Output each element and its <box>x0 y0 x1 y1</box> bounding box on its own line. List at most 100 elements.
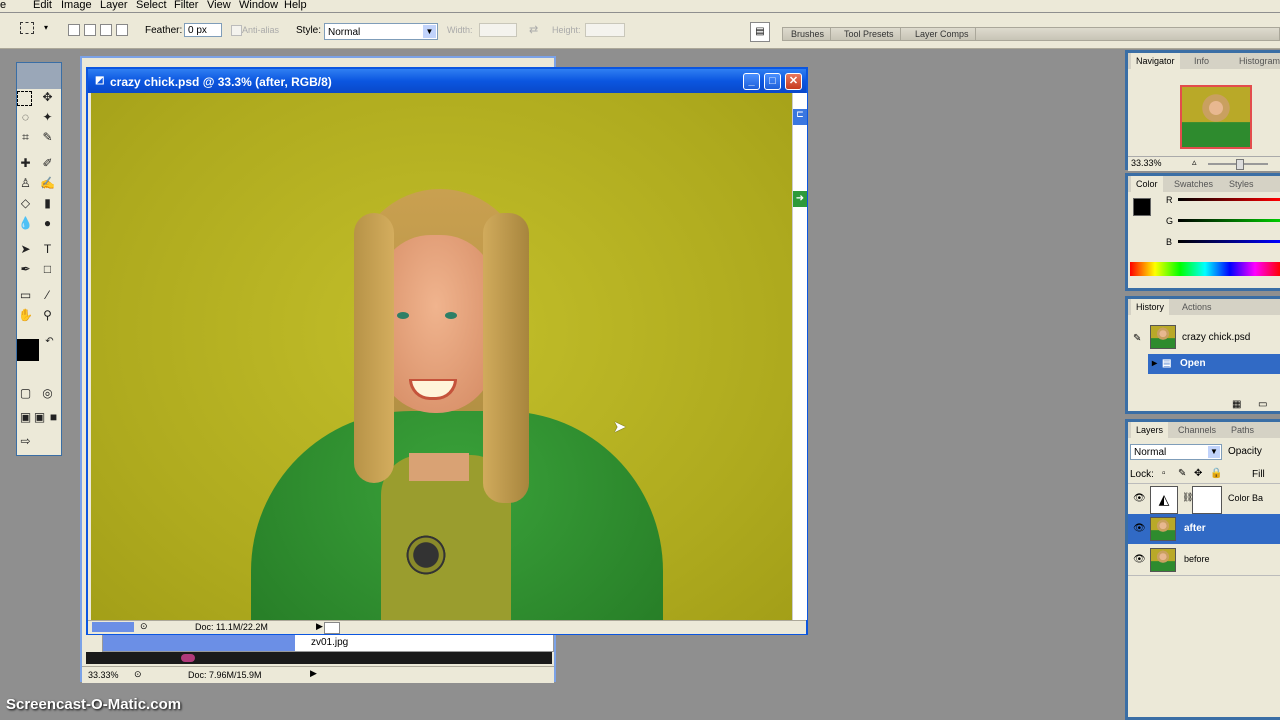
eraser-tool-icon[interactable]: ◇ <box>17 195 34 212</box>
marquee-tool-icon[interactable] <box>17 91 32 106</box>
document-title-bar[interactable]: ◩ crazy chick.psd @ 33.3% (after, RGB/8)… <box>88 69 806 93</box>
chevron-down-icon[interactable]: ▼ <box>423 25 436 38</box>
gradient-tool-icon[interactable]: ▮ <box>39 195 56 212</box>
tab-actions[interactable]: Actions <box>1182 299 1212 315</box>
imageready-jump-icon[interactable]: ➜ <box>793 191 807 207</box>
tab-info[interactable]: Info <box>1194 53 1209 69</box>
menu-help[interactable]: Help <box>284 0 307 11</box>
magic-wand-icon[interactable]: ✦ <box>39 109 56 126</box>
image-canvas[interactable]: ➤ <box>91 93 792 620</box>
subtract-selection-icon[interactable] <box>100 24 112 36</box>
history-brush-icon[interactable]: ✍ <box>39 175 56 192</box>
tab-paths[interactable]: Paths <box>1231 422 1254 438</box>
close-icon[interactable]: ✕ <box>785 73 802 90</box>
tab-history[interactable]: History <box>1131 299 1170 315</box>
menu-filter[interactable]: Filter <box>174 0 198 11</box>
chevron-down-icon[interactable]: ▾ <box>44 23 48 32</box>
swap-icon[interactable]: ⇄ <box>529 23 538 36</box>
quickmask-mode-icon[interactable]: ◎ <box>39 385 56 402</box>
status-arrow-icon[interactable]: ▶ <box>310 668 317 679</box>
new-selection-icon[interactable] <box>68 24 80 36</box>
horizontal-scroll-thumb[interactable] <box>324 622 340 634</box>
menu-layer[interactable]: Layer <box>100 0 128 11</box>
healing-brush-icon[interactable]: ✚ <box>17 155 34 172</box>
width-input[interactable] <box>479 23 517 37</box>
status-arrow-icon[interactable]: ▶ <box>316 621 323 632</box>
navigator-thumbnail[interactable] <box>1180 85 1252 149</box>
blend-mode-select[interactable]: Normal ▼ <box>1130 444 1222 460</box>
menu-edit[interactable]: Edit <box>33 0 52 11</box>
add-selection-icon[interactable] <box>84 24 96 36</box>
layer-row[interactable]: 👁 after <box>1128 514 1280 544</box>
well-layer-comps[interactable]: Layer Comps <box>909 28 976 40</box>
history-item-open[interactable]: ▸ ▤ Open <box>1148 354 1280 374</box>
zoom-field[interactable] <box>92 622 134 632</box>
new-snapshot-icon[interactable]: ▦ <box>1232 399 1241 410</box>
history-new-doc-icon[interactable]: ▭ <box>1258 399 1267 410</box>
notes-tool-icon[interactable]: ▭ <box>17 287 34 304</box>
standard-mode-icon[interactable]: ▢ <box>17 385 34 402</box>
lock-pixels-icon[interactable]: ✎ <box>1178 468 1186 479</box>
lock-position-icon[interactable]: ✥ <box>1194 468 1202 479</box>
blur-tool-icon[interactable]: 💧 <box>17 215 34 232</box>
path-select-icon[interactable]: ➤ <box>17 241 34 258</box>
marquee-tool-preset-icon[interactable] <box>20 22 34 34</box>
type-tool-icon[interactable]: T <box>39 241 56 258</box>
eye-icon[interactable]: 👁 <box>1133 523 1146 535</box>
zoom-slider-thumb[interactable] <box>1236 159 1244 170</box>
status-menu-icon[interactable]: ⊙ <box>134 669 142 680</box>
tab-navigator[interactable]: Navigator <box>1131 53 1180 69</box>
height-input[interactable] <box>585 23 625 37</box>
slice-tool-icon[interactable]: ✎ <box>39 129 56 146</box>
menu-image[interactable]: Image <box>61 0 92 11</box>
maximize-icon[interactable]: □ <box>764 73 781 90</box>
screen-mode-full-icon[interactable]: ■ <box>45 409 62 426</box>
lasso-tool-icon[interactable]: ◌ <box>17 109 34 126</box>
tab-color[interactable]: Color <box>1131 176 1163 192</box>
tab-channels[interactable]: Channels <box>1178 422 1216 438</box>
menu-window[interactable]: Window <box>239 0 278 11</box>
color-spectrum-ramp[interactable] <box>1130 262 1280 276</box>
tab-layers[interactable]: Layers <box>1131 422 1169 438</box>
navigator-zoom-value[interactable]: 33.33% <box>1131 158 1162 168</box>
menu-view[interactable]: View <box>207 0 231 11</box>
tab-swatches[interactable]: Swatches <box>1174 176 1213 192</box>
eye-icon[interactable]: 👁 <box>1133 554 1146 566</box>
history-snapshot-label[interactable]: crazy chick.psd <box>1182 332 1250 343</box>
brush-tool-icon[interactable]: ✐ <box>39 155 56 172</box>
minimize-icon[interactable]: _ <box>743 73 760 90</box>
lock-transparency-icon[interactable]: ▫ <box>1162 468 1166 479</box>
scroll-arrow-icon[interactable]: ⊏ <box>793 109 807 125</box>
move-tool-icon[interactable]: ✥ <box>39 89 56 106</box>
layer-row[interactable]: 👁 before <box>1128 545 1280 576</box>
layer-row[interactable]: 👁 ◭ ⛓ Color Ba <box>1128 483 1280 514</box>
tab-histogram[interactable]: Histogram <box>1239 53 1280 69</box>
channel-g-slider[interactable] <box>1178 219 1280 222</box>
lock-all-icon[interactable]: 🔒 <box>1210 468 1222 479</box>
file-browser-icon[interactable]: ▤ <box>750 22 770 42</box>
anti-alias-checkbox[interactable] <box>231 25 242 36</box>
well-brushes[interactable]: Brushes <box>785 28 832 40</box>
layer-name[interactable]: before <box>1184 554 1210 564</box>
layer-mask-thumbnail[interactable] <box>1192 486 1222 514</box>
hand-tool-icon[interactable]: ✋ <box>17 307 34 324</box>
back-document-tab[interactable]: zv01.jpg <box>102 634 554 652</box>
shape-tool-icon[interactable]: □ <box>39 261 56 278</box>
layer-name[interactable]: Color Ba <box>1228 493 1263 503</box>
document-window[interactable]: ◩ crazy chick.psd @ 33.3% (after, RGB/8)… <box>86 67 808 635</box>
vertical-scrollbar[interactable]: ⊏ ➜ <box>792 93 807 620</box>
tab-styles[interactable]: Styles <box>1229 176 1254 192</box>
feather-input[interactable]: 0 px <box>184 23 222 37</box>
zoom-level[interactable]: 33.33% <box>88 670 119 680</box>
foreground-color-swatch[interactable] <box>17 339 39 361</box>
clone-stamp-icon[interactable]: ♙ <box>17 175 34 192</box>
pen-tool-icon[interactable]: ✒ <box>17 261 34 278</box>
jump-to-imageready-icon[interactable]: ⇨ <box>17 433 34 450</box>
eye-icon[interactable]: 👁 <box>1133 493 1146 505</box>
zoom-out-icon[interactable]: ▵ <box>1192 157 1197 168</box>
zoom-tool-icon[interactable]: ⚲ <box>39 307 56 324</box>
eyedropper-icon[interactable]: ⁄ <box>39 287 56 304</box>
well-tool-presets[interactable]: Tool Presets <box>838 28 901 40</box>
layer-name[interactable]: after <box>1184 523 1206 534</box>
channel-b-slider[interactable] <box>1178 240 1280 243</box>
